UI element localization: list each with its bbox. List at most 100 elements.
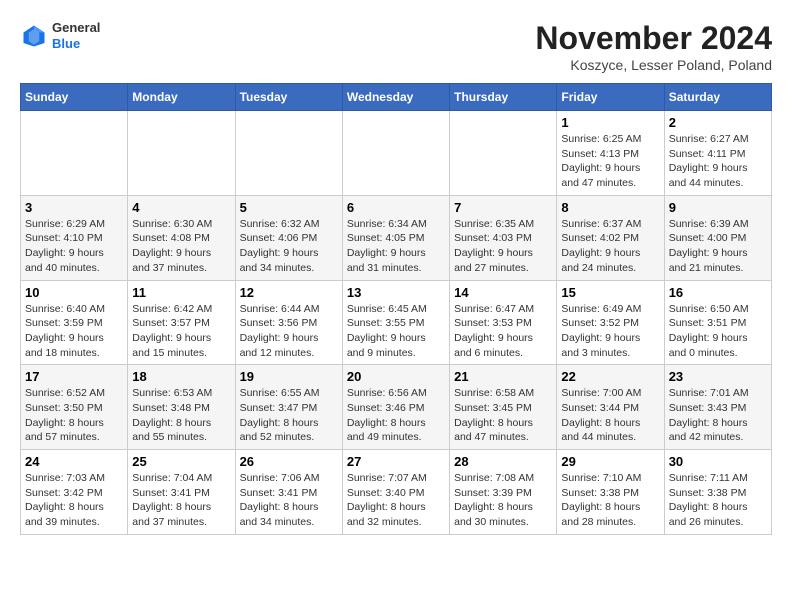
calendar-cell: 20Sunrise: 6:56 AM Sunset: 3:46 PM Dayli… [342, 365, 449, 450]
calendar-cell: 13Sunrise: 6:45 AM Sunset: 3:55 PM Dayli… [342, 280, 449, 365]
calendar-cell: 24 Sunrise: 7:03 AM Sunset: 3:42 PM Dayli… [21, 450, 128, 535]
logo: General Blue [20, 20, 100, 51]
day-number: 1 [561, 115, 659, 130]
calendar-cell: 17 Sunrise: 6:52 AM Sunset: 3:50 PM Dayli… [21, 365, 128, 450]
day-info: Sunrise: 6:47 AM Sunset: 3:53 PM Dayligh… [454, 302, 552, 361]
day-number: 14 [454, 285, 552, 300]
day-number: 19 [240, 369, 338, 384]
calendar-cell: 2 Sunrise: 6:27 AM Sunset: 4:11 PM Daylig… [664, 111, 771, 196]
day-number: 7 [454, 200, 552, 215]
day-number: 11 [132, 285, 230, 300]
day-info: Sunrise: 6:56 AM Sunset: 3:46 PM Dayligh… [347, 386, 445, 445]
day-info: Sunrise: 6:40 AM Sunset: 3:59 PM Dayligh… [25, 302, 123, 361]
week-row-3: 10Sunrise: 6:40 AM Sunset: 3:59 PM Dayli… [21, 280, 772, 365]
day-number: 6 [347, 200, 445, 215]
calendar-table: SundayMondayTuesdayWednesdayThursdayFrid… [20, 83, 772, 535]
day-info: Sunrise: 7:08 AM Sunset: 3:39 PM Dayligh… [454, 471, 552, 530]
day-info: Sunrise: 6:34 AM Sunset: 4:05 PM Dayligh… [347, 217, 445, 276]
calendar-cell: 15 Sunrise: 6:49 AM Sunset: 3:52 PM Dayli… [557, 280, 664, 365]
weekday-header-saturday: Saturday [664, 84, 771, 111]
week-row-2: 3 Sunrise: 6:29 AM Sunset: 4:10 PM Daylig… [21, 195, 772, 280]
day-info: Sunrise: 6:45 AM Sunset: 3:55 PM Dayligh… [347, 302, 445, 361]
day-number: 8 [561, 200, 659, 215]
day-number: 15 [561, 285, 659, 300]
calendar-cell: 22 Sunrise: 7:00 AM Sunset: 3:44 PM Dayli… [557, 365, 664, 450]
day-info: Sunrise: 6:30 AM Sunset: 4:08 PM Dayligh… [132, 217, 230, 276]
day-number: 24 [25, 454, 123, 469]
calendar-cell: 28Sunrise: 7:08 AM Sunset: 3:39 PM Dayli… [450, 450, 557, 535]
calendar-cell: 16 Sunrise: 6:50 AM Sunset: 3:51 PM Dayli… [664, 280, 771, 365]
calendar-cell: 12 Sunrise: 6:44 AM Sunset: 3:56 PM Dayli… [235, 280, 342, 365]
day-info: Sunrise: 6:53 AM Sunset: 3:48 PM Dayligh… [132, 386, 230, 445]
day-info: Sunrise: 7:11 AM Sunset: 3:38 PM Dayligh… [669, 471, 767, 530]
calendar-cell: 9 Sunrise: 6:39 AM Sunset: 4:00 PM Daylig… [664, 195, 771, 280]
day-number: 9 [669, 200, 767, 215]
calendar-cell: 19 Sunrise: 6:55 AM Sunset: 3:47 PM Dayli… [235, 365, 342, 450]
calendar-body: 1Sunrise: 6:25 AM Sunset: 4:13 PM Daylig… [21, 111, 772, 535]
title-area: November 2024 Koszyce, Lesser Poland, Po… [535, 20, 772, 73]
calendar-cell [235, 111, 342, 196]
day-number: 12 [240, 285, 338, 300]
calendar-cell: 23 Sunrise: 7:01 AM Sunset: 3:43 PM Dayli… [664, 365, 771, 450]
calendar-cell: 27Sunrise: 7:07 AM Sunset: 3:40 PM Dayli… [342, 450, 449, 535]
day-info: Sunrise: 6:55 AM Sunset: 3:47 PM Dayligh… [240, 386, 338, 445]
calendar-cell: 8Sunrise: 6:37 AM Sunset: 4:02 PM Daylig… [557, 195, 664, 280]
day-number: 21 [454, 369, 552, 384]
calendar-cell: 3 Sunrise: 6:29 AM Sunset: 4:10 PM Daylig… [21, 195, 128, 280]
day-number: 25 [132, 454, 230, 469]
day-number: 22 [561, 369, 659, 384]
day-info: Sunrise: 6:27 AM Sunset: 4:11 PM Dayligh… [669, 132, 767, 191]
calendar-cell: 25 Sunrise: 7:04 AM Sunset: 3:41 PM Dayli… [128, 450, 235, 535]
calendar-cell: 10Sunrise: 6:40 AM Sunset: 3:59 PM Dayli… [21, 280, 128, 365]
day-number: 30 [669, 454, 767, 469]
calendar-cell [21, 111, 128, 196]
calendar-cell: 4 Sunrise: 6:30 AM Sunset: 4:08 PM Daylig… [128, 195, 235, 280]
calendar-cell: 18 Sunrise: 6:53 AM Sunset: 3:48 PM Dayli… [128, 365, 235, 450]
week-row-5: 24 Sunrise: 7:03 AM Sunset: 3:42 PM Dayli… [21, 450, 772, 535]
day-info: Sunrise: 7:01 AM Sunset: 3:43 PM Dayligh… [669, 386, 767, 445]
calendar-cell: 11 Sunrise: 6:42 AM Sunset: 3:57 PM Dayli… [128, 280, 235, 365]
day-info: Sunrise: 6:29 AM Sunset: 4:10 PM Dayligh… [25, 217, 123, 276]
calendar-cell: 6 Sunrise: 6:34 AM Sunset: 4:05 PM Daylig… [342, 195, 449, 280]
weekday-header-friday: Friday [557, 84, 664, 111]
calendar-cell [128, 111, 235, 196]
week-row-1: 1Sunrise: 6:25 AM Sunset: 4:13 PM Daylig… [21, 111, 772, 196]
day-number: 2 [669, 115, 767, 130]
day-number: 18 [132, 369, 230, 384]
day-info: Sunrise: 6:58 AM Sunset: 3:45 PM Dayligh… [454, 386, 552, 445]
weekday-header-wednesday: Wednesday [342, 84, 449, 111]
day-info: Sunrise: 6:52 AM Sunset: 3:50 PM Dayligh… [25, 386, 123, 445]
day-info: Sunrise: 6:32 AM Sunset: 4:06 PM Dayligh… [240, 217, 338, 276]
calendar-cell: 30 Sunrise: 7:11 AM Sunset: 3:38 PM Dayli… [664, 450, 771, 535]
day-number: 4 [132, 200, 230, 215]
day-info: Sunrise: 6:50 AM Sunset: 3:51 PM Dayligh… [669, 302, 767, 361]
weekday-header-thursday: Thursday [450, 84, 557, 111]
week-row-4: 17 Sunrise: 6:52 AM Sunset: 3:50 PM Dayli… [21, 365, 772, 450]
logo-icon [20, 22, 48, 50]
day-info: Sunrise: 7:00 AM Sunset: 3:44 PM Dayligh… [561, 386, 659, 445]
calendar-cell [450, 111, 557, 196]
day-number: 23 [669, 369, 767, 384]
day-number: 16 [669, 285, 767, 300]
day-info: Sunrise: 6:42 AM Sunset: 3:57 PM Dayligh… [132, 302, 230, 361]
day-number: 3 [25, 200, 123, 215]
day-info: Sunrise: 7:07 AM Sunset: 3:40 PM Dayligh… [347, 471, 445, 530]
day-info: Sunrise: 7:03 AM Sunset: 3:42 PM Dayligh… [25, 471, 123, 530]
day-info: Sunrise: 7:06 AM Sunset: 3:41 PM Dayligh… [240, 471, 338, 530]
weekday-header-monday: Monday [128, 84, 235, 111]
day-info: Sunrise: 6:35 AM Sunset: 4:03 PM Dayligh… [454, 217, 552, 276]
day-info: Sunrise: 6:44 AM Sunset: 3:56 PM Dayligh… [240, 302, 338, 361]
month-title: November 2024 [535, 20, 772, 57]
day-info: Sunrise: 7:04 AM Sunset: 3:41 PM Dayligh… [132, 471, 230, 530]
calendar-cell: 14 Sunrise: 6:47 AM Sunset: 3:53 PM Dayli… [450, 280, 557, 365]
subtitle: Koszyce, Lesser Poland, Poland [535, 57, 772, 73]
day-info: Sunrise: 6:49 AM Sunset: 3:52 PM Dayligh… [561, 302, 659, 361]
day-number: 17 [25, 369, 123, 384]
day-info: Sunrise: 6:39 AM Sunset: 4:00 PM Dayligh… [669, 217, 767, 276]
calendar-cell: 26Sunrise: 7:06 AM Sunset: 3:41 PM Dayli… [235, 450, 342, 535]
header-area: General Blue November 2024 Koszyce, Less… [20, 20, 772, 73]
weekday-header-tuesday: Tuesday [235, 84, 342, 111]
logo-text: General Blue [52, 20, 100, 51]
calendar-cell: 29Sunrise: 7:10 AM Sunset: 3:38 PM Dayli… [557, 450, 664, 535]
calendar-cell: 5Sunrise: 6:32 AM Sunset: 4:06 PM Daylig… [235, 195, 342, 280]
